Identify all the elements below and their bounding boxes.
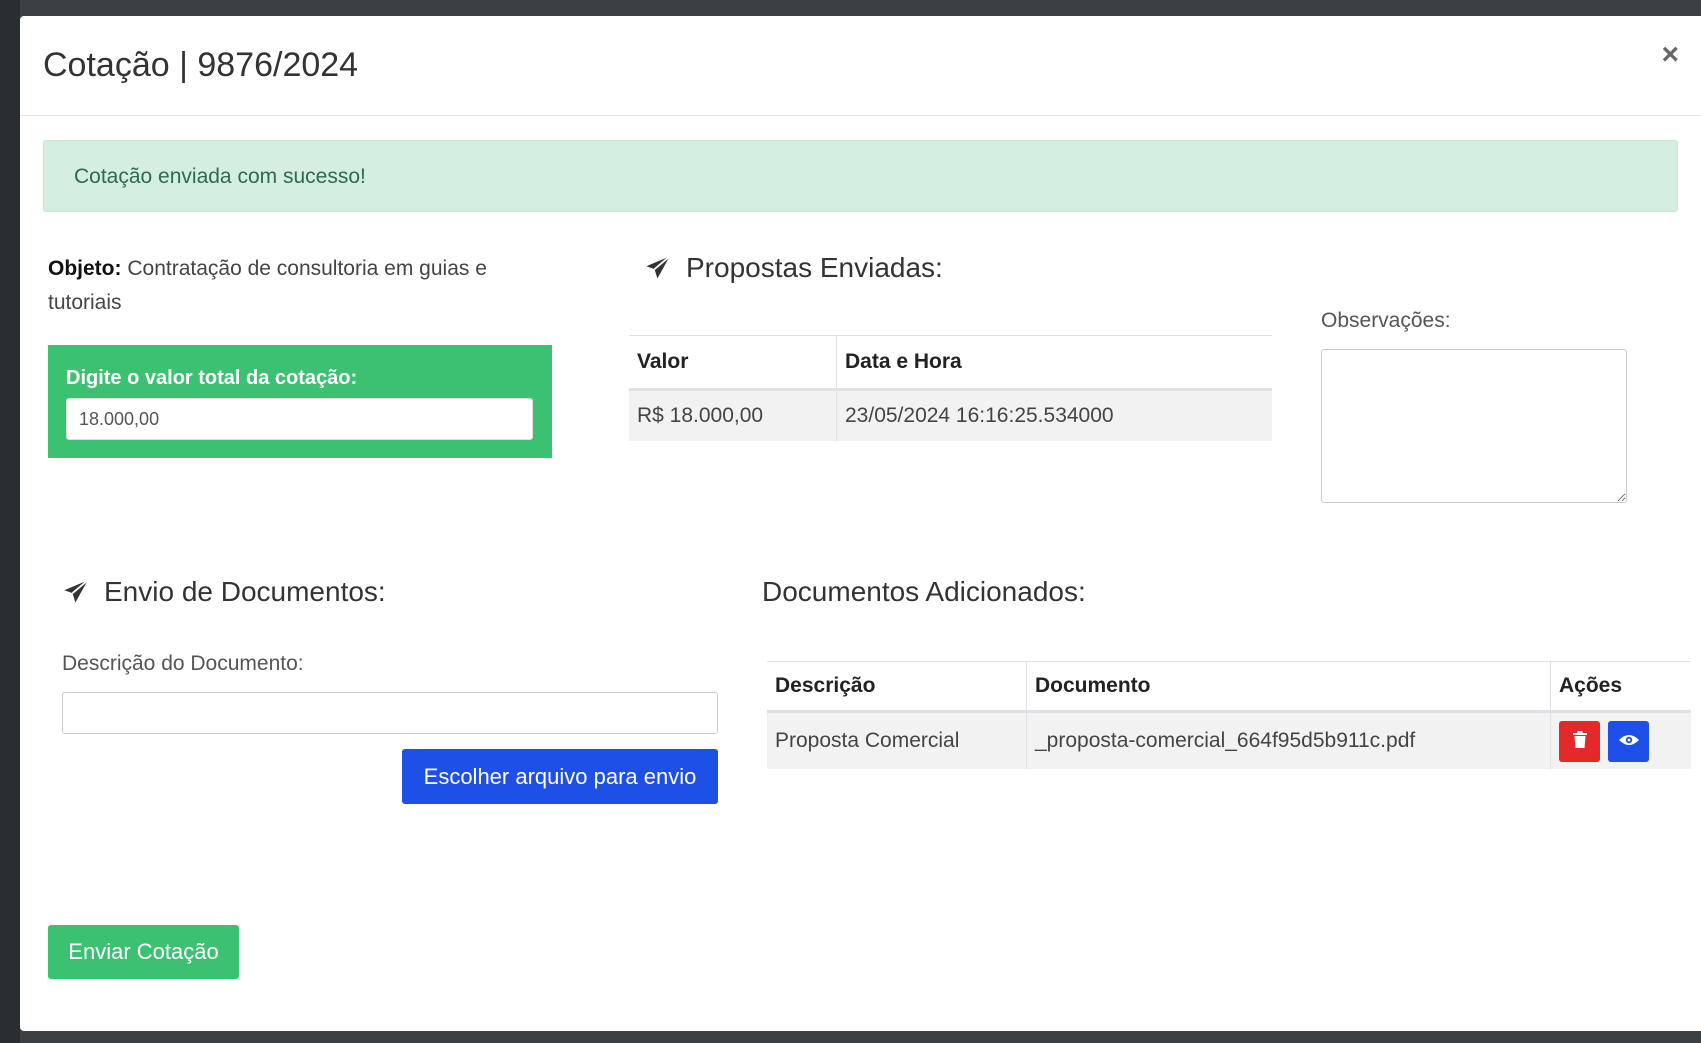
observacoes-textarea[interactable] bbox=[1321, 349, 1627, 503]
documento-acoes bbox=[1550, 711, 1691, 769]
envio-heading-text: Envio de Documentos: bbox=[104, 576, 386, 607]
success-alert: Cotação enviada com sucesso! bbox=[43, 140, 1678, 212]
delete-document-button[interactable] bbox=[1559, 720, 1600, 762]
eye-icon bbox=[1618, 733, 1640, 750]
modal-header: Cotação | 9876/2024 × bbox=[20, 16, 1701, 116]
descricao-input[interactable] bbox=[62, 692, 718, 734]
paper-plane-icon bbox=[62, 578, 90, 606]
modal-title: Cotação | 9876/2024 bbox=[43, 46, 359, 84]
documentos-heading: Documentos Adicionados: bbox=[762, 576, 1086, 608]
propostas-heading: Propostas Enviadas: bbox=[644, 252, 943, 284]
objeto-text: Objeto: Contratação de consultoria em gu… bbox=[48, 252, 538, 320]
cotacao-modal: Cotação | 9876/2024 × Cotação enviada co… bbox=[20, 16, 1701, 1031]
propostas-header-row: Valor Data e Hora bbox=[629, 335, 1272, 391]
valor-input[interactable] bbox=[66, 398, 533, 440]
col-acoes: Ações bbox=[1550, 661, 1691, 713]
paper-plane-icon bbox=[644, 254, 672, 282]
documento-descricao: Proposta Comercial bbox=[767, 711, 1027, 769]
col-valor: Valor bbox=[629, 335, 837, 391]
col-descricao: Descrição bbox=[767, 661, 1027, 713]
propostas-heading-text: Propostas Enviadas: bbox=[686, 252, 943, 283]
success-alert-text: Cotação enviada com sucesso! bbox=[74, 165, 366, 188]
choose-file-button[interactable]: Escolher arquivo para envio bbox=[402, 749, 718, 804]
documentos-heading-text: Documentos Adicionados: bbox=[762, 576, 1086, 607]
enviar-cotacao-button[interactable]: Enviar Cotação bbox=[48, 925, 239, 979]
col-documento: Documento bbox=[1026, 661, 1551, 713]
descricao-label: Descrição do Documento: bbox=[62, 652, 304, 675]
documento-arquivo: _proposta-comercial_664f95d5b911c.pdf bbox=[1026, 711, 1551, 769]
trash-icon bbox=[1572, 730, 1588, 752]
view-document-button[interactable] bbox=[1608, 720, 1649, 762]
table-row: R$ 18.000,00 23/05/2024 16:16:25.534000 bbox=[629, 389, 1272, 441]
documentos-table: Descrição Documento Ações Proposta Comer… bbox=[767, 661, 1691, 769]
valor-panel: Digite o valor total da cotação: bbox=[48, 345, 552, 458]
proposta-data: 23/05/2024 16:16:25.534000 bbox=[836, 389, 1272, 441]
table-row: Proposta Comercial _proposta-comercial_6… bbox=[767, 711, 1691, 769]
col-data-hora: Data e Hora bbox=[836, 335, 1272, 391]
valor-label: Digite o valor total da cotação: bbox=[66, 367, 358, 389]
close-button[interactable]: × bbox=[1661, 40, 1679, 70]
propostas-table: Valor Data e Hora R$ 18.000,00 23/05/202… bbox=[629, 335, 1272, 441]
modal-backdrop bbox=[0, 0, 20, 1043]
envio-heading: Envio de Documentos: bbox=[62, 576, 386, 608]
documentos-header-row: Descrição Documento Ações bbox=[767, 661, 1691, 713]
objeto-label: Objeto: bbox=[48, 257, 122, 280]
proposta-valor: R$ 18.000,00 bbox=[629, 389, 837, 441]
observacoes-label: Observações: bbox=[1321, 309, 1451, 332]
